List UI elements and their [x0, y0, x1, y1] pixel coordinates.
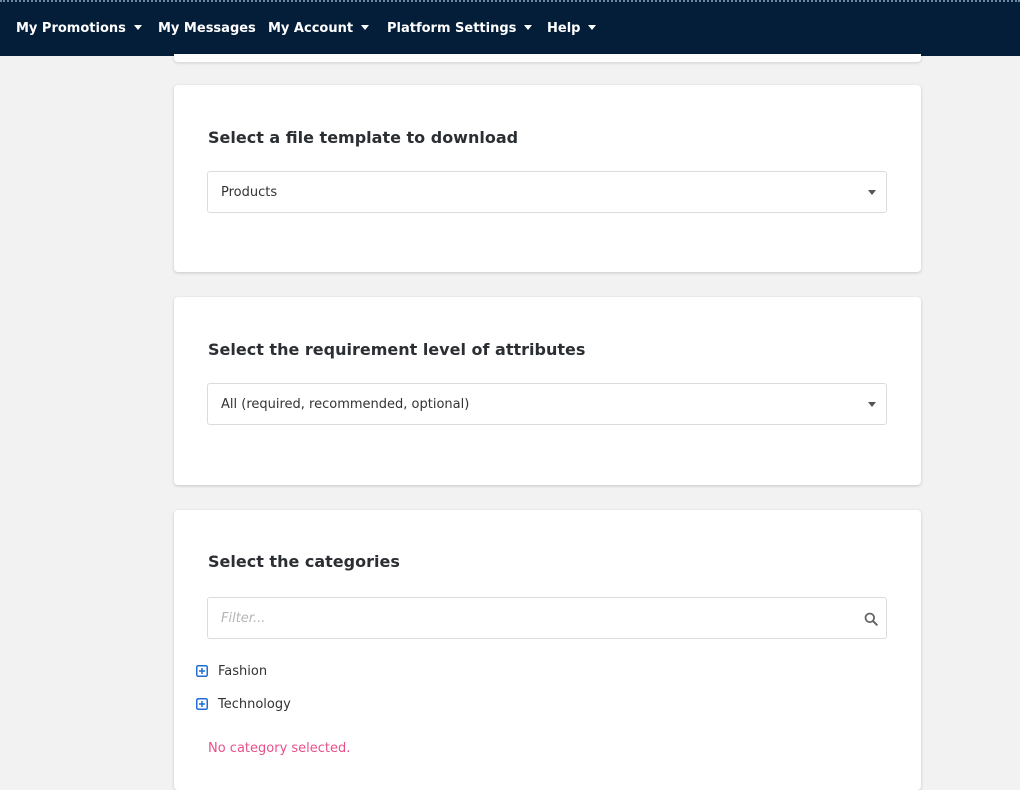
top-navigation-bar: My Promotions My Messages My Account Pla… — [0, 0, 1020, 56]
previous-card-bottom — [174, 54, 921, 62]
nav-my-messages[interactable]: My Messages — [158, 21, 256, 36]
template-card: Select a file template to download Produ… — [174, 85, 921, 272]
tree-item-label: Fashion — [218, 663, 268, 679]
nav-my-account-label: My Account — [268, 21, 354, 36]
category-selection-status: No category selected. — [208, 741, 351, 756]
nav-help-label: Help — [547, 21, 581, 36]
categories-card-title: Select the categories — [208, 552, 400, 571]
categories-card: Select the categories Fashion Technology… — [174, 510, 921, 790]
nav-platform-settings[interactable]: Platform Settings — [387, 21, 533, 36]
template-card-title: Select a file template to download — [208, 128, 519, 147]
caret-down-icon — [133, 25, 142, 30]
requirement-card-title: Select the requirement level of attribut… — [208, 340, 586, 359]
requirement-select[interactable]: All (required, recommended, optional) — [207, 383, 887, 425]
nav-my-account[interactable]: My Account — [268, 21, 370, 36]
nav-platform-settings-label: Platform Settings — [387, 21, 517, 36]
category-filter-input[interactable] — [207, 597, 887, 639]
nav-help[interactable]: Help — [547, 21, 597, 36]
caret-down-icon — [361, 25, 370, 30]
nav-my-messages-label: My Messages — [158, 21, 256, 36]
nav-my-promotions-label: My Promotions — [16, 21, 126, 36]
caret-down-icon — [868, 190, 876, 195]
tree-item-technology[interactable]: Technology — [196, 695, 291, 713]
caret-down-icon — [524, 25, 533, 30]
tree-item-label: Technology — [218, 696, 291, 712]
requirement-card: Select the requirement level of attribut… — [174, 297, 921, 485]
tree-item-fashion[interactable]: Fashion — [196, 662, 267, 680]
template-select[interactable]: Products — [207, 171, 887, 213]
caret-down-icon — [588, 25, 597, 30]
caret-down-icon — [868, 402, 876, 407]
plus-square-icon[interactable] — [196, 698, 208, 710]
template-select-value: Products — [221, 185, 278, 200]
plus-square-icon[interactable] — [196, 665, 208, 677]
search-icon[interactable] — [864, 612, 878, 626]
nav-my-promotions[interactable]: My Promotions — [16, 21, 142, 36]
requirement-select-value: All (required, recommended, optional) — [221, 397, 470, 412]
